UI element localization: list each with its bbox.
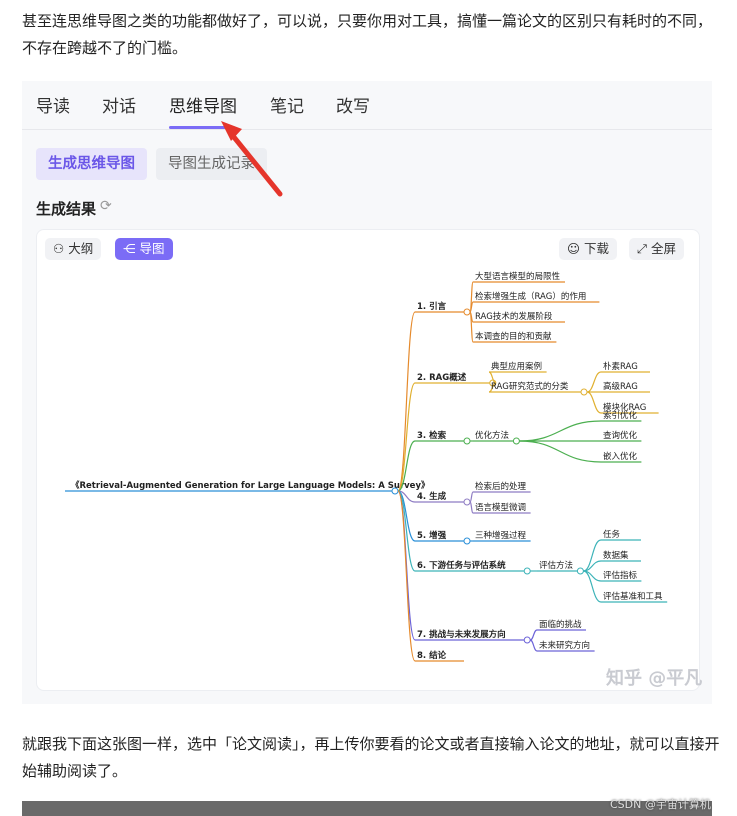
- mindmap-grandchild-label: 朴素RAG: [603, 361, 638, 372]
- mindmap-child-label: 三种增强过程: [475, 530, 527, 541]
- mindmap-grandchild-connector: [519, 420, 602, 442]
- mindmap-panel: ⚇ 大纲 ⋲ 导图 ☺ 下载 ⤢ 全屏 《Retrieval-Augmented…: [36, 229, 700, 691]
- mindmap-grandchild-label: 查询优化: [603, 430, 638, 441]
- mindmap-grandchild-label: 评估基准和工具: [603, 591, 663, 602]
- mindmap-branch-label: 6. 下游任务与评估系统: [417, 560, 506, 571]
- tab-mindmap[interactable]: 思维导图: [169, 92, 237, 117]
- article-paragraph-1: 甚至连思维导图之类的功能都做好了，可以说，只要你用对工具，搞懂一篇论文的区别只有…: [22, 12, 713, 57]
- mindmap-child-label: 检索后的处理: [475, 481, 527, 492]
- mindmap-branch-node: [463, 437, 471, 445]
- mindmap-child-label: 面临的挑战: [539, 619, 582, 630]
- next-image-preview: [22, 801, 712, 816]
- mindmap-child-label: 评估方法: [539, 560, 573, 571]
- result-title: 生成结果: [36, 200, 97, 218]
- mindmap-child-node: [576, 567, 584, 575]
- mindmap-branch-label: 1. 引言: [417, 301, 447, 312]
- mindmap-child-node: [512, 437, 520, 445]
- mindmap-grandchild-label: 任务: [603, 529, 621, 540]
- mindmap-grandchild-label: 高级RAG: [603, 381, 638, 392]
- mindmap-child-connector: [529, 639, 538, 652]
- mindmap-branch-label: 7. 挑战与未来发展方向: [417, 629, 506, 640]
- active-tab-indicator: [169, 126, 235, 129]
- mindmap-branch-node: [463, 498, 471, 506]
- mindmap-branch-label: 2. RAG概述: [417, 372, 467, 383]
- mindmap-grandchild-label: 数据集: [603, 550, 629, 561]
- mindmap-child-label: 检索增强生成（RAG）的作用: [475, 291, 586, 302]
- mindmap-child-connector: [469, 491, 474, 503]
- mindmap-grandchild-label: 嵌入优化: [603, 451, 638, 462]
- mindmap-root-label: 《Retrieval-Augmented Generation for Larg…: [71, 480, 430, 491]
- mindmap-branch-label: 8. 结论: [417, 650, 447, 661]
- mindmap-grandchild-label: 索引优化: [603, 410, 638, 421]
- mindmap-child-label: 大型语言模型的局限性: [475, 271, 561, 282]
- mindmap-branch-node: [463, 537, 471, 545]
- tab-notes[interactable]: 笔记: [270, 92, 304, 117]
- mindmap-grandchild-connector: [586, 371, 602, 393]
- article-paragraph-2: 就跟我下面这张图一样，选中「论文阅读」，再上传你要看的论文或者直接输入论文的地址…: [22, 735, 720, 780]
- mindmap-canvas: 《Retrieval-Augmented Generation for Larg…: [65, 271, 668, 662]
- zhihu-watermark: 知乎 @平凡: [606, 668, 703, 689]
- mindmap-child-node: [580, 388, 588, 396]
- mindmap-child-label: 典型应用案例: [491, 361, 542, 372]
- generate-mindmap-button[interactable]: 生成思维导图: [36, 148, 147, 180]
- mindmap-branch-node: [523, 636, 531, 644]
- mindmap-child-label: 语言模型微调: [475, 502, 526, 513]
- mindmap-child-label: RAG技术的发展阶段: [475, 311, 553, 322]
- tab-chat[interactable]: 对话: [102, 92, 136, 117]
- mindmap-records-button[interactable]: 导图生成记录: [156, 148, 267, 180]
- mindmap-grandchild-connector: [586, 391, 602, 414]
- mindmap-child-label: 优化方法: [475, 430, 509, 441]
- refresh-icon[interactable]: ⟳: [100, 198, 112, 214]
- mindmap-branch-label: 5. 增强: [417, 530, 447, 541]
- csdn-credit: CSDN @宇宙计算机: [610, 798, 711, 811]
- mindmap-grandchild-connector: [519, 440, 602, 463]
- tab-rewrite[interactable]: 改写: [336, 92, 370, 117]
- tab-guide[interactable]: 导读: [36, 92, 70, 117]
- tab-bar: 导读 对话 思维导图 笔记 改写: [22, 81, 712, 130]
- mindmap-branch-node: [523, 567, 531, 575]
- app-screenshot: 导读 对话 思维导图 笔记 改写 生成思维导图 导图生成记录 生成结果 ⟳ ⚇ …: [22, 81, 712, 704]
- mindmap-branch-label: 3. 检索: [417, 430, 447, 441]
- mindmap-branch-node: [463, 308, 471, 316]
- mindmap-child-connector: [469, 501, 474, 514]
- mindmap-child-connector: [529, 629, 538, 641]
- mindmap-grandchild-label: 评估指标: [603, 570, 638, 581]
- mindmap-root-node: [391, 487, 399, 495]
- mindmap-child-label: 本调查的目的和贡献: [475, 331, 552, 342]
- mindmap-branch-label: 4. 生成: [417, 491, 447, 502]
- mindmap-child-label: 未来研究方向: [539, 640, 590, 651]
- mindmap-child-label: RAG研究范式的分类: [491, 381, 569, 392]
